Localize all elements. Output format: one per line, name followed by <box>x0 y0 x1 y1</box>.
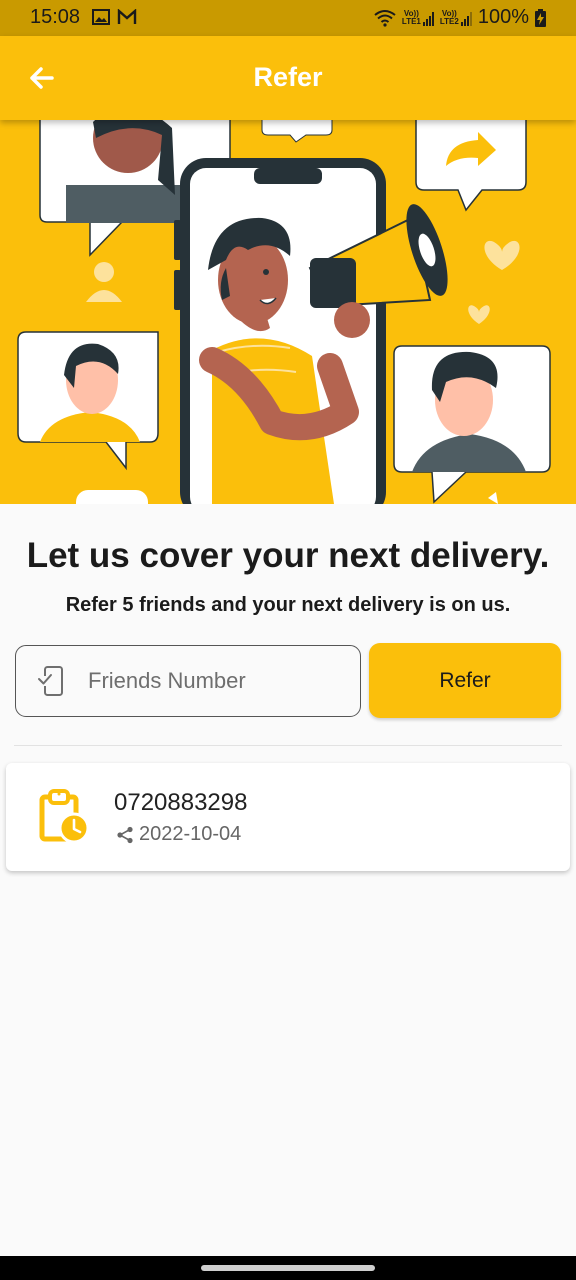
sim2-indicator: Vo)) LTE2 <box>440 9 472 26</box>
gallery-icon <box>92 9 110 25</box>
gmail-icon <box>117 9 137 24</box>
megaphone-illustration <box>17 120 551 504</box>
sim1-indicator: Vo)) LTE1 <box>402 9 434 26</box>
battery-charging-icon <box>535 8 546 27</box>
system-nav-bar <box>0 1256 576 1280</box>
home-gesture-handle[interactable] <box>201 1265 375 1271</box>
friends-number-field[interactable] <box>15 645 361 717</box>
status-time: 15:08 <box>30 6 81 28</box>
referral-illustration <box>0 120 576 504</box>
page-title: Refer <box>253 62 323 92</box>
clipboard-clock-icon <box>39 789 90 844</box>
friends-number-input[interactable] <box>88 668 328 694</box>
share-icon <box>117 826 133 843</box>
app-bar: Refer <box>0 36 576 120</box>
referral-date: 2022-10-04 <box>139 823 242 845</box>
subheadline: Refer 5 friends and your next delivery i… <box>65 594 511 616</box>
status-bar: 15:08 Vo)) LTE1 Vo)) LTE2 100% <box>0 0 576 36</box>
headline: Let us cover your next delivery. <box>26 536 550 575</box>
wifi-icon <box>374 9 396 27</box>
battery-percent: 100% <box>477 6 529 28</box>
divider <box>14 745 562 746</box>
refer-button[interactable]: Refer <box>369 643 561 718</box>
phone-check-icon <box>38 666 63 696</box>
referral-phone: 0720883298 <box>114 789 248 816</box>
referral-card[interactable]: 0720883298 2022-10-04 <box>6 763 570 871</box>
